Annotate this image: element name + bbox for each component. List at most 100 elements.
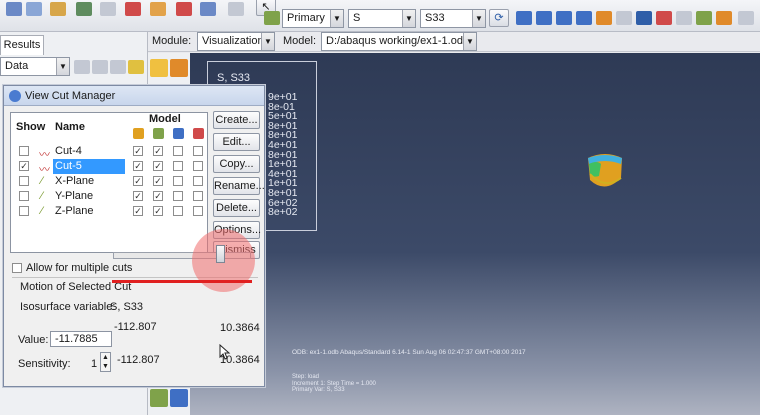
model-checkbox[interactable] xyxy=(173,161,183,171)
create-button[interactable]: Create... xyxy=(213,111,260,129)
plane-icon: ⁄ xyxy=(41,175,43,187)
model-select[interactable]: D:/abaqus working/ex1-1.odb ▼ xyxy=(321,32,477,51)
dialog-app-icon xyxy=(9,90,21,102)
model-checkbox[interactable] xyxy=(173,146,183,156)
model-checkbox[interactable]: ✓ xyxy=(153,176,163,186)
view-iso-icon[interactable] xyxy=(536,11,552,25)
toolbar-icon-9[interactable] xyxy=(200,2,216,16)
model-checkbox[interactable] xyxy=(173,206,183,216)
cut-row[interactable]: ⁄ Y-Plane ✓ ✓ xyxy=(11,189,207,204)
delete-button[interactable]: Delete... xyxy=(213,199,260,217)
copy-button[interactable]: Copy... xyxy=(213,155,260,173)
model-checkbox[interactable] xyxy=(173,176,183,186)
snap-icon[interactable] xyxy=(716,11,732,25)
column-show: Show xyxy=(16,121,46,133)
show-checkbox[interactable] xyxy=(19,176,29,186)
plane-icon: ⁄ xyxy=(41,205,43,217)
toolbox-icon-1[interactable] xyxy=(150,59,168,77)
model-checkbox[interactable]: ✓ xyxy=(153,191,163,201)
cut-name: Y-Plane xyxy=(55,190,94,202)
toolbox-icon-2[interactable] xyxy=(170,59,188,77)
slider-thumb[interactable] xyxy=(216,245,225,263)
model-checkbox[interactable]: ✓ xyxy=(133,146,143,156)
refresh-icon[interactable]: ⟳ xyxy=(489,9,509,27)
sensitivity-spinner[interactable]: ▲ ▼ xyxy=(100,352,111,372)
view-side-icon[interactable] xyxy=(576,11,592,25)
toolbar-icon-3[interactable] xyxy=(50,2,66,16)
module-select[interactable]: Visualization ▼ xyxy=(197,32,275,51)
model-checkbox[interactable] xyxy=(193,146,203,156)
toolbar-icon-7[interactable] xyxy=(150,2,166,16)
toolbar-icon-1[interactable] xyxy=(6,2,22,16)
tree-icon-3[interactable] xyxy=(110,60,126,74)
step-info: Step: load Increment 1: Step Time = 1.00… xyxy=(292,374,376,394)
dialog-title-bar[interactable]: View Cut Manager xyxy=(4,86,264,106)
toolbar-icon-4[interactable] xyxy=(76,2,92,16)
show-checkbox[interactable]: ✓ xyxy=(19,161,29,171)
model-checkbox[interactable] xyxy=(173,191,183,201)
show-checkbox[interactable] xyxy=(19,191,29,201)
model-checkbox[interactable]: ✓ xyxy=(133,176,143,186)
column-model: Model xyxy=(149,113,181,125)
tree-icon-4[interactable] xyxy=(128,60,144,74)
top-toolbar: ↖ Primary ▼ S ▼ S33 ▼ ⟳ xyxy=(0,0,760,32)
model-col-icon-3 xyxy=(173,128,184,139)
variable-select[interactable]: S ▼ xyxy=(348,9,416,28)
column-name: Name xyxy=(55,121,85,133)
cut-row[interactable]: 〰 Cut-4 ✓ ✓ xyxy=(11,144,207,161)
toolbar-icon-10[interactable] xyxy=(228,2,244,16)
component-select[interactable]: S33 ▼ xyxy=(420,9,486,28)
mouse-pointer-icon xyxy=(219,344,231,360)
render-icon[interactable] xyxy=(596,11,612,25)
step-mode-value: Primary xyxy=(287,12,325,24)
edit-button[interactable]: Edit... xyxy=(213,133,260,151)
model-checkbox[interactable] xyxy=(193,176,203,186)
show-checkbox[interactable] xyxy=(19,206,29,216)
tree-filter-select[interactable]: Data ▼ xyxy=(0,57,70,76)
plot-tool-icon[interactable] xyxy=(696,11,712,25)
model-checkbox[interactable] xyxy=(193,206,203,216)
text-tool-icon[interactable] xyxy=(656,11,672,25)
toolbar-icon-5[interactable] xyxy=(100,2,116,16)
toolbar-icon-2[interactable] xyxy=(26,2,42,16)
toolbox-icon-3[interactable] xyxy=(150,389,168,407)
step-mode-select[interactable]: Primary ▼ xyxy=(282,9,344,28)
tree-icon-1[interactable] xyxy=(74,60,90,74)
rename-button[interactable]: Rename... xyxy=(213,177,265,195)
tree-icon-2[interactable] xyxy=(92,60,108,74)
module-value: Visualization xyxy=(202,35,264,47)
model-checkbox[interactable]: ✓ xyxy=(133,206,143,216)
cut-list[interactable]: Show Name Model 〰 Cut-4 ✓ ✓ ✓ 〰 Cut-5 ✓ … xyxy=(10,112,208,253)
query-icon[interactable] xyxy=(616,11,632,25)
toolbox-icon-4[interactable] xyxy=(170,389,188,407)
slider-max-label: 10.3864 xyxy=(220,322,260,334)
tab-results[interactable]: Results xyxy=(0,35,44,55)
view-front-icon[interactable] xyxy=(516,11,532,25)
value-label: Value: xyxy=(18,334,49,346)
value-input[interactable]: -11.7885 xyxy=(50,331,112,347)
line-tool-icon[interactable] xyxy=(636,11,652,25)
show-checkbox[interactable] xyxy=(19,146,29,156)
variable-value: S xyxy=(353,12,361,24)
model-object[interactable] xyxy=(585,150,625,194)
view-top-icon[interactable] xyxy=(556,11,572,25)
model-checkbox[interactable]: ✓ xyxy=(133,191,143,201)
model-col-icon-2 xyxy=(153,128,164,139)
chevron-down-icon: ▼ xyxy=(56,58,69,75)
allow-multiple-checkbox[interactable] xyxy=(12,263,22,273)
model-checkbox[interactable]: ✓ xyxy=(133,161,143,171)
odb-info-line: ODB: ex1-1.odb Abaqus/Standard 6.14-1 Su… xyxy=(292,349,526,356)
model-checkbox[interactable]: ✓ xyxy=(153,146,163,156)
model-checkbox[interactable]: ✓ xyxy=(153,161,163,171)
arrow-tool-icon[interactable] xyxy=(676,11,692,25)
overflow-icon[interactable] xyxy=(738,11,754,25)
cut-row[interactable]: ⁄ Z-Plane ✓ ✓ xyxy=(11,204,207,219)
toolbar-icon-8[interactable] xyxy=(176,2,192,16)
model-checkbox[interactable]: ✓ xyxy=(153,206,163,216)
model-checkbox[interactable] xyxy=(193,191,203,201)
toolbar-icon-6[interactable] xyxy=(125,2,141,16)
field-output-icon[interactable] xyxy=(264,11,280,25)
cut-row[interactable]: ⁄ X-Plane ✓ ✓ xyxy=(11,174,207,189)
cut-row[interactable]: ✓ 〰 Cut-5 ✓ ✓ xyxy=(11,159,207,176)
model-checkbox[interactable] xyxy=(193,161,203,171)
